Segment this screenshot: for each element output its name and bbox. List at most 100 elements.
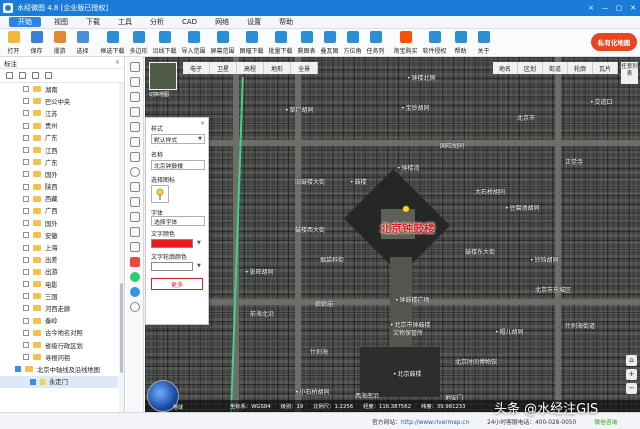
selected-label[interactable]: 北京钟鼓楼 — [380, 220, 435, 236]
toolbar-button-17[interactable]: 帮助 — [449, 29, 472, 57]
marker-tool-icon[interactable] — [129, 92, 140, 102]
style-select[interactable]: 默认样式 ▼ — [151, 134, 205, 144]
map-place-label[interactable]: 旧鼓楼大街 — [295, 177, 325, 186]
toolbar-button-6[interactable]: 沿线下载 — [150, 29, 179, 57]
toolbar-button-16[interactable]: 软件授权 — [420, 29, 449, 57]
map-place-label[interactable]: 钟鼓楼广场 — [395, 295, 430, 304]
menu-analysis[interactable]: 分析 — [141, 16, 173, 29]
tree-item[interactable]: 国外 — [0, 168, 118, 180]
tree-checkbox[interactable] — [23, 171, 29, 178]
tree-item[interactable]: 北京中轴线及沿线地图 — [0, 363, 118, 375]
tree-checkbox[interactable] — [23, 147, 29, 154]
menu-settings[interactable]: 设置 — [238, 16, 270, 29]
zoom-in-button[interactable]: + — [626, 369, 637, 380]
tree-item[interactable]: 湖南 — [0, 83, 118, 95]
map-place-label[interactable]: 交道口 — [590, 97, 613, 106]
map-place-label[interactable]: 西海南沿 — [355, 391, 379, 400]
point-tool-icon[interactable] — [129, 77, 140, 87]
map-place-label[interactable]: 鼓楼西大街 — [295, 225, 325, 234]
tree-checkbox[interactable] — [23, 232, 29, 239]
tree-item[interactable]: 西藏 — [0, 193, 118, 205]
name-input[interactable]: 北京钟鼓楼 — [151, 160, 205, 170]
toolbar-button-12[interactable]: 叠瓦图 — [318, 29, 341, 57]
tree-item[interactable]: 永定门 — [0, 375, 118, 388]
tree-checkbox[interactable] — [15, 366, 21, 373]
map-place-label[interactable]: 大石桥胡同 — [475, 187, 505, 196]
map-place-label[interactable]: 文物保管所 — [393, 328, 423, 337]
toolbar-button-8[interactable]: 屏幕范围 — [208, 29, 237, 57]
toolbar-button-11[interactable]: 剩图表 — [295, 29, 318, 57]
area-tool-icon[interactable] — [129, 137, 140, 147]
more-button[interactable]: 更多 — [151, 278, 203, 290]
tree-item[interactable]: 古今地名对照 — [0, 327, 118, 339]
tree-checkbox[interactable] — [23, 268, 29, 275]
tree-item[interactable]: 江苏 — [0, 107, 118, 119]
tree-item[interactable]: 省级行政区划 — [0, 339, 118, 351]
delete-icon[interactable] — [32, 72, 39, 79]
zoom-out-button[interactable]: − — [626, 383, 637, 394]
toolbar-button-7[interactable]: 导入范围 — [179, 29, 208, 57]
map-view[interactable]: 切换地图 电子 卫星 高程 地形 全景 地名 区划 街道 轮廓 瓦片 任意列表 … — [145, 57, 640, 412]
label-tool-icon[interactable] — [129, 212, 140, 222]
tree-checkbox[interactable] — [23, 244, 29, 251]
menu-tools[interactable]: 工具 — [109, 16, 141, 29]
tree-checkbox[interactable] — [23, 281, 29, 288]
home-button[interactable]: ⌂ — [626, 355, 637, 366]
map-place-label[interactable]: 宝钞胡同 — [401, 103, 430, 112]
toolbar-button-9[interactable]: 图幅下载 — [237, 29, 266, 57]
tree-item[interactable]: 三国 — [0, 290, 118, 302]
map-place-label[interactable]: 什刹海街道 — [565, 321, 595, 330]
map-place-label[interactable]: 北京时间博物馆 — [455, 357, 497, 366]
tree-item[interactable]: 广东 — [0, 132, 118, 144]
map-place-label[interactable]: 鼓楼东大街 — [465, 247, 495, 256]
green-layer-icon[interactable] — [129, 272, 140, 282]
toolbar-button-14[interactable]: 任务列 — [364, 29, 387, 57]
minimize-button[interactable]: — — [598, 0, 612, 16]
panel-close-button[interactable]: × — [115, 59, 120, 66]
tree-item[interactable]: 电影 — [0, 278, 118, 290]
map-place-label[interactable]: 小石桥胡同 — [295, 387, 330, 396]
maximize-button[interactable]: ▢ — [612, 0, 626, 16]
icon-picker[interactable] — [151, 185, 169, 203]
new-folder-icon[interactable] — [6, 72, 13, 79]
tree-item[interactable]: 寻根问祖 — [0, 351, 118, 363]
tree-checkbox[interactable] — [23, 342, 29, 349]
toolbar-button-10[interactable]: 批量下载 — [266, 29, 295, 57]
tree-item[interactable]: 出游 — [0, 266, 118, 278]
tree-item[interactable]: 上海 — [0, 241, 118, 253]
polyline-tool-icon[interactable] — [129, 122, 140, 132]
tree-checkbox[interactable] — [23, 220, 29, 227]
tree-item[interactable]: 安徽 — [0, 229, 118, 241]
tree-checkbox[interactable] — [23, 329, 29, 336]
map-place-label[interactable]: 娘娘庙 — [315, 299, 333, 308]
chevron-down-icon[interactable]: ▼ — [197, 263, 201, 269]
menu-network[interactable]: 网络 — [206, 16, 238, 29]
tree-checkbox[interactable] — [23, 317, 29, 324]
tree-checkbox[interactable] — [23, 110, 29, 117]
map-place-label[interactable]: 北京市 — [517, 113, 535, 122]
private-map-button[interactable]: 私有化地图 — [591, 33, 637, 51]
scrollbar-thumb[interactable] — [120, 283, 123, 373]
map-place-label[interactable]: 铃铛胡同 — [530, 255, 559, 264]
menu-view[interactable]: 视图 — [45, 16, 77, 29]
tree-scrollbar[interactable] — [119, 83, 124, 413]
tree-item[interactable]: 巴公中央 — [0, 95, 118, 107]
map-place-label[interactable]: 北京市东城区 — [535, 285, 571, 294]
tree-item[interactable]: 江西 — [0, 144, 118, 156]
map-place-label[interactable]: 豆腐池胡同 — [505, 203, 540, 212]
rectangle-tool-icon[interactable] — [129, 152, 140, 162]
refresh-icon[interactable] — [19, 72, 26, 79]
wechat-consult[interactable]: 微信咨询 — [594, 417, 617, 426]
tree-checkbox[interactable] — [23, 354, 29, 361]
map-place-label[interactable]: 什刹海 — [310, 347, 328, 356]
measure-tool-icon[interactable] — [129, 197, 140, 207]
tree-item[interactable]: 贵州 — [0, 120, 118, 132]
tree-checkbox[interactable] — [23, 159, 29, 166]
line-tool-icon[interactable] — [129, 107, 140, 117]
map-place-label[interactable]: 烟袋斜街 — [320, 255, 344, 264]
toolbar-button-3[interactable]: 选择 — [71, 29, 94, 57]
map-place-label[interactable]: 国旺胡同 — [440, 141, 464, 150]
tree-item[interactable]: 国外 — [0, 217, 118, 229]
toolbar-button-18[interactable]: 关于 — [472, 29, 495, 57]
text-tool-icon[interactable] — [129, 182, 140, 192]
